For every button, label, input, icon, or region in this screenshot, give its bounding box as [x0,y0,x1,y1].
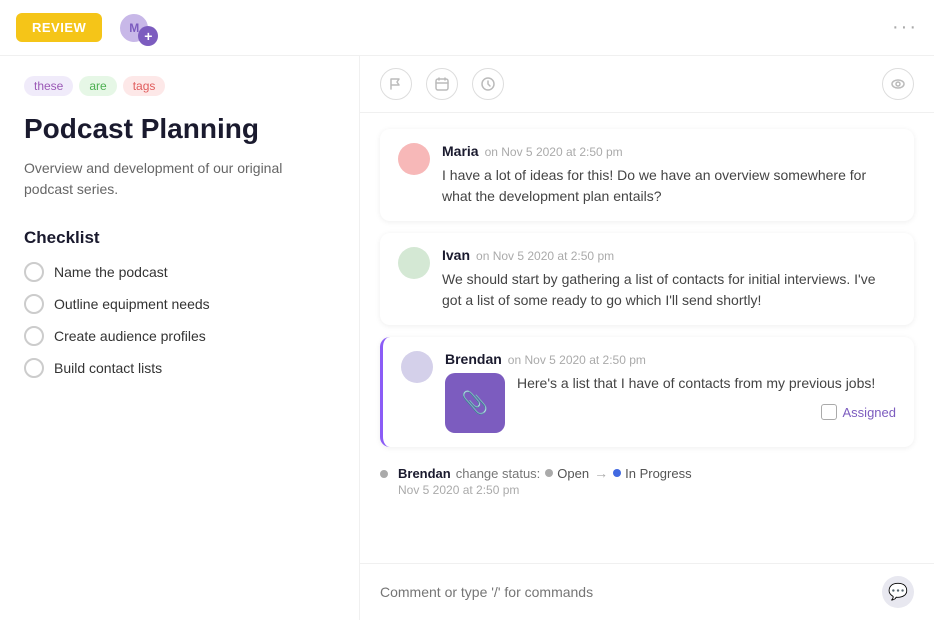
comment-text-brendan: Here's a list that I have of contacts fr… [517,373,896,394]
comment-body-ivan: Ivan on Nov 5 2020 at 2:50 pm We should … [442,247,896,311]
review-button[interactable]: REVIEW [16,13,102,42]
checklist-title: Checklist [24,228,335,248]
checklist-checkbox-2[interactable] [24,294,44,314]
flag-icon[interactable] [380,68,412,100]
checklist-label-1: Name the podcast [54,264,168,280]
comment-input-area: 💬 [360,563,934,620]
add-avatar-button[interactable]: + [138,26,158,46]
status-timestamp: Nov 5 2020 at 2:50 pm [398,483,914,497]
status-change: Brendan change status: Open → In Progres… [380,459,914,503]
checklist-items: Name the podcast Outline equipment needs… [24,262,335,378]
comment-text-maria: I have a lot of ideas for this! Do we ha… [442,165,896,207]
comments-area: Maria on Nov 5 2020 at 2:50 pm I have a … [360,113,934,563]
checklist-label-4: Build contact lists [54,360,162,376]
checklist-label-3: Create audience profiles [54,328,206,344]
tags-row: these are tags [24,76,335,96]
comment-card-brendan: Brendan on Nov 5 2020 at 2:50 pm 📎 Here'… [380,337,914,447]
assigned-label: Assigned [843,405,896,420]
status-from: Open [545,466,589,481]
tag-are[interactable]: are [79,76,116,96]
comment-input[interactable] [380,584,872,600]
send-button[interactable]: 💬 [882,576,914,608]
right-panel: Maria on Nov 5 2020 at 2:50 pm I have a … [360,56,934,620]
checklist-item: Name the podcast [24,262,335,282]
comment-author-maria: Maria [442,143,479,159]
comment-author-ivan: Ivan [442,247,470,263]
status-open-dot [380,470,388,478]
comment-time-maria: on Nov 5 2020 at 2:50 pm [485,145,623,159]
left-panel: these are tags Podcast Planning Overview… [0,56,360,620]
paperclip-icon: 📎 [461,390,488,416]
checklist-label-2: Outline equipment needs [54,296,210,312]
status-change-line: Brendan change status: Open → In Progres… [398,465,914,481]
avatar-brendan [401,351,433,383]
comment-author-brendan: Brendan [445,351,502,367]
attachment-button[interactable]: 📎 [445,373,505,433]
status-to: In Progress [613,466,691,481]
checklist-item: Build contact lists [24,358,335,378]
comment-time-brendan: on Nov 5 2020 at 2:50 pm [508,353,646,367]
comment-card-ivan: Ivan on Nov 5 2020 at 2:50 pm We should … [380,233,914,325]
avatar-maria [398,143,430,175]
eye-icon[interactable] [882,68,914,100]
open-dot [545,469,553,477]
status-change-body: Brendan change status: Open → In Progres… [398,465,914,497]
comment-body-maria: Maria on Nov 5 2020 at 2:50 pm I have a … [442,143,896,207]
avatar-group: M + [118,12,150,44]
status-arrow-icon: → [594,465,608,481]
comment-header-brendan: Brendan on Nov 5 2020 at 2:50 pm [445,351,896,367]
status-to-label: In Progress [625,466,691,481]
status-from-label: Open [557,466,589,481]
comment-text-ivan: We should start by gathering a list of c… [442,269,896,311]
comment-header-maria: Maria on Nov 5 2020 at 2:50 pm [442,143,896,159]
checklist-checkbox-4[interactable] [24,358,44,378]
send-icon: 💬 [888,582,908,602]
comment-header-ivan: Ivan on Nov 5 2020 at 2:50 pm [442,247,896,263]
main-layout: these are tags Podcast Planning Overview… [0,56,934,620]
right-toolbar [360,56,934,113]
comment-body-brendan: Brendan on Nov 5 2020 at 2:50 pm 📎 Here'… [445,351,896,433]
comment-card-maria: Maria on Nov 5 2020 at 2:50 pm I have a … [380,129,914,221]
top-bar: REVIEW M + ··· [0,0,934,56]
status-action: change status: [456,466,541,481]
checklist-checkbox-1[interactable] [24,262,44,282]
tag-these[interactable]: these [24,76,73,96]
page-title: Podcast Planning [24,112,335,146]
status-author: Brendan [398,466,451,481]
checklist-item: Outline equipment needs [24,294,335,314]
tag-tags[interactable]: tags [123,76,166,96]
assigned-row: Assigned [517,404,896,420]
inprogress-dot [613,469,621,477]
calendar-icon[interactable] [426,68,458,100]
checklist-item: Create audience profiles [24,326,335,346]
checklist-checkbox-3[interactable] [24,326,44,346]
assigned-checkbox[interactable] [821,404,837,420]
more-options-button[interactable]: ··· [892,16,918,39]
avatar-ivan [398,247,430,279]
page-description: Overview and development of our original… [24,158,335,200]
clock-icon[interactable] [472,68,504,100]
comment-time-ivan: on Nov 5 2020 at 2:50 pm [476,249,614,263]
